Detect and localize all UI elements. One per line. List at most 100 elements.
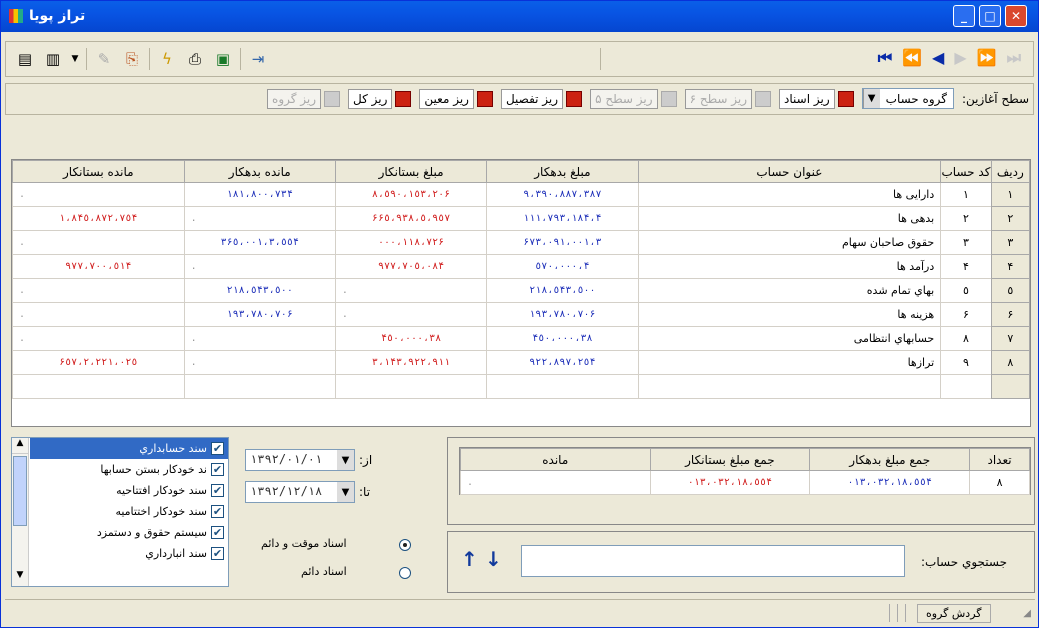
column-header[interactable]: مانده بستانکار — [12, 160, 185, 183]
drilldown-label: ریز اسناد — [779, 88, 835, 109]
table-cell: ٨،٥٩٠،١٥٣،٢٠۶ — [334, 182, 488, 207]
checkbox[interactable]: ✔ — [211, 505, 224, 518]
account-title-cell: حقوق صاحبان سهام — [637, 230, 942, 255]
account-title-cell: حسابهاي انتظامی — [637, 326, 942, 351]
document-type-list[interactable]: ✔ سند حسابداري ✔ ند خودکار بستن حسابها ✔ سند … — [11, 437, 229, 587]
document-type-item[interactable]: ✔ سند انبارداري — [30, 543, 228, 564]
last-record-icon[interactable]: ⏭ — [1007, 48, 1021, 68]
column-header[interactable]: مانده بدهکار — [183, 160, 336, 183]
lightning-icon[interactable]: ϟ — [156, 48, 178, 70]
print-preview-icon[interactable]: ▥ — [42, 48, 64, 70]
main-toolbar: ▤ ▥ ▼ ✎ ⎘ ϟ ⎙ ▣ ⇥ ⏮ ⏪ ◀ ▶ ⏩ ⏭ — [5, 41, 1034, 77]
separator — [240, 48, 241, 70]
report-icon[interactable]: ▤ — [14, 48, 36, 70]
minimize-button[interactable]: _ — [953, 5, 975, 27]
table-cell: . — [12, 230, 185, 255]
table-cell: ٨ — [940, 326, 992, 351]
chevron-down-icon[interactable]: ▼ — [862, 89, 880, 108]
document-type-item[interactable]: ✔ سند حسابداري — [30, 438, 228, 459]
table-cell: ۶ — [990, 302, 1031, 327]
table-row[interactable]: ٨ ٩ ترازها ٩٢٢،٨٩٧،٢٥۴ ٣،١۴٣،٩٢٢،٩١١. ٢،٢٢١،٠… — [12, 350, 1031, 375]
printer-icon[interactable]: ⎙ — [184, 48, 206, 70]
document-type-item[interactable]: ✔ سند خودکار افتتاحيه — [30, 480, 228, 501]
table-cell: ٥ — [990, 278, 1031, 303]
column-header[interactable]: کد حساب — [940, 160, 992, 183]
drilldown-icon — [395, 90, 412, 107]
prev-record-icon[interactable]: ◀ — [932, 48, 944, 68]
table-row[interactable]: ٣ ٣ حقوق صاحبان سهام ٣،۶٧٣،٠٩١،٠٠١ ١١٨،٧٢۶،٠… — [12, 230, 1031, 255]
start-level-value: گروه حساب — [885, 92, 947, 106]
table-cell: ٣ — [940, 230, 992, 255]
column-header[interactable]: مبلغ بدهکار — [486, 160, 639, 183]
chevron-down-icon[interactable]: ▼ — [70, 48, 80, 70]
empty-cell — [183, 374, 336, 399]
table-row[interactable]: ۴ ۴ درآمد ها ۴،٥٧٠،٠٠٠ ٧٠٥،٠٨۴،٩٧٧. ٧٠٠،٥١۴،٩… — [12, 254, 1031, 279]
separator — [889, 604, 890, 622]
from-date-input[interactable]: ١٣٩٢/٠١/٠١ ▼ — [245, 449, 355, 471]
next-record-icon[interactable]: ▶ — [954, 48, 966, 68]
excel-icon[interactable]: ▣ — [212, 48, 234, 70]
document-type-item[interactable]: ✔ سند خودکار اختتاميه — [30, 501, 228, 522]
table-cell: ٣ — [990, 230, 1031, 255]
scroll-thumb[interactable] — [13, 456, 27, 526]
column-header[interactable]: عنوان حساب — [637, 160, 942, 183]
to-date-label: :تا — [359, 485, 371, 499]
checkbox[interactable]: ✔ — [211, 547, 224, 560]
to-date-input[interactable]: ١٣٩٢/١٢/١٨ ▼ — [245, 481, 355, 503]
separator — [86, 48, 87, 70]
column-header[interactable]: ردیف — [990, 160, 1031, 183]
checkbox[interactable]: ✔ — [211, 484, 224, 497]
to-date-value: ١٣٩٢/١٢/١٨ — [250, 484, 323, 498]
scrollbar[interactable]: ▲ ▼ — [12, 438, 29, 586]
exit-icon[interactable]: ⇥ — [247, 48, 269, 70]
drilldown-button-4[interactable]: ریز معین — [419, 88, 493, 109]
table-cell: ۴ — [990, 254, 1031, 279]
summary-cell: ٨ — [969, 470, 1030, 495]
table-row[interactable]: ٥ ٥ بهاي تمام شده ٢١٨،٥۴٣،٥٠٠. ٢١٨،٥۴٣،٥٠٠. — [12, 278, 1031, 303]
prev-page-icon[interactable]: ⏪ — [902, 48, 922, 68]
chevron-down-icon[interactable]: ▼ — [337, 482, 354, 502]
account-search-input[interactable] — [521, 545, 905, 577]
scroll-up-icon[interactable]: ▲ — [12, 438, 28, 454]
radio-permanent[interactable] — [399, 567, 411, 579]
table-row[interactable]: ٧ ٨ حسابهاي انتظامی ٣٨،۴٥٠،٠٠٠ ٣٨،۴٥٠،٠٠٠.. — [12, 326, 1031, 351]
checkbox[interactable]: ✔ — [211, 526, 224, 539]
table-cell: . — [183, 350, 336, 375]
export-icon[interactable]: ⎘ — [121, 48, 143, 70]
scroll-down-icon[interactable]: ▼ — [12, 570, 28, 586]
resize-grip-icon[interactable]: ◢ — [1023, 608, 1031, 619]
main-window: تراز پویا _ □ ✕ ▤ ▥ ▼ ✎ ⎘ ϟ ⎙ ▣ ⇥ ⏮ ⏪ ◀ ▶ ⏩ ⏭… — [0, 0, 1039, 628]
table-cell: ٧٠٥،٠٨۴،٩٧٧ — [334, 254, 488, 279]
group-turnover-button[interactable]: گردش گروه — [917, 604, 991, 623]
first-record-icon[interactable]: ⏮ — [878, 48, 892, 68]
trial-balance-table[interactable]: ردیف کد حساب عنوان حساب مبلغ بدهکار مبلغ بست… — [11, 159, 1031, 427]
drilldown-button-5[interactable]: ریز کل — [348, 88, 412, 109]
drilldown-label: ریز تفصیل — [500, 88, 564, 109]
checkbox[interactable]: ✔ — [211, 442, 224, 455]
maximize-button[interactable]: □ — [979, 5, 1001, 27]
document-type-item[interactable]: ✔ سيستم حقوق و دستمزد — [30, 522, 228, 543]
table-row[interactable]: ٢ ٢ بدهی ها ۴،١١١،٧٩٣،١٨۴ ٥،٩٥٧،۶۶٥،٩٣٨. ١،٨۴… — [12, 206, 1031, 231]
radio-temp-and-permanent[interactable] — [399, 539, 411, 551]
edit-icon: ✎ — [97, 50, 111, 68]
arrow-down-icon[interactable]: ↓ — [485, 547, 502, 571]
drilldown-button-3[interactable]: ریز تفصیل — [500, 88, 583, 109]
table-cell: . — [183, 326, 336, 351]
table-row[interactable]: ۶ ۶ هزينه ها ١٩٣،٧٨٠،٧٠۶. ١٩٣،٧٨٠،٧٠۶. — [12, 302, 1031, 327]
title-bar: تراز پویا _ □ ✕ — [1, 1, 1038, 32]
chevron-down-icon[interactable]: ▼ — [337, 450, 354, 470]
table-cell: . — [183, 206, 336, 231]
next-page-icon[interactable]: ⏩ — [977, 48, 997, 68]
document-type-item[interactable]: ✔ ند خودکار بستن حسابها — [30, 459, 228, 480]
arrow-up-icon[interactable]: ↑ — [461, 547, 478, 571]
drilldown-button-0[interactable]: ریز اسناد — [779, 88, 854, 109]
document-type-label: ند خودکار بستن حسابها — [100, 463, 207, 476]
table-row[interactable]: ١ ١ دارایی ها ٩،٣٩٠،٨٨٧،٣٨٧ ٨،٥٩٠،١٥٣،٢٠۶ ٨٠٠… — [12, 182, 1031, 207]
app-icon — [9, 9, 23, 23]
start-level-select[interactable]: ▼ گروه حساب — [861, 88, 954, 109]
table-cell: ١،٨۴٥،٨٧٢،٧٥۴ — [12, 206, 185, 231]
column-header[interactable]: مبلغ بستانکار — [334, 160, 488, 183]
checkbox[interactable]: ✔ — [211, 463, 224, 476]
account-title-cell: دارایی ها — [637, 182, 942, 207]
close-button[interactable]: ✕ — [1005, 5, 1027, 27]
